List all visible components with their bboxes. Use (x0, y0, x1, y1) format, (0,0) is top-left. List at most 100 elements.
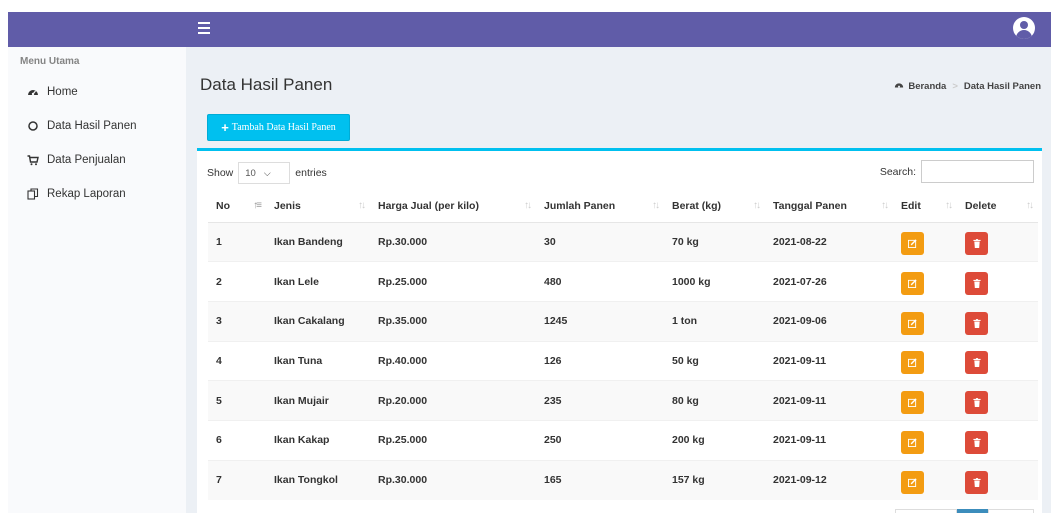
sort-icon: ↑↓ (753, 200, 761, 211)
delete-button[interactable] (965, 351, 988, 375)
entries-select-value: 10 (245, 167, 256, 179)
pagination-page[interactable] (957, 509, 988, 513)
edit-icon (908, 239, 917, 249)
delete-button[interactable] (965, 311, 988, 335)
circle-outline-icon (27, 120, 39, 132)
add-data-button[interactable]: + Tambah Data Hasil Panen (207, 114, 350, 141)
delete-button[interactable] (965, 232, 988, 256)
edit-icon (908, 358, 917, 368)
cell-jenis: Ikan Tuna (266, 340, 370, 381)
sort-icon: ↑↓ (524, 200, 532, 211)
cell-delete (957, 419, 1038, 461)
add-data-button-label: Tambah Data Hasil Panen (231, 122, 336, 133)
edit-button[interactable] (901, 272, 924, 296)
cell-edit (893, 300, 957, 342)
column-header-berat[interactable]: Berat (kg) ↑↓ (664, 191, 765, 223)
cell-delete (957, 340, 1038, 381)
show-label: Show (207, 167, 234, 179)
cell-jumlah: 1245 (536, 300, 664, 342)
cell-jumlah: 235 (536, 380, 664, 421)
user-circle-icon[interactable] (1013, 17, 1035, 39)
cell-berat: 50 kg (664, 340, 765, 381)
column-header-no[interactable]: No ↑≡ (208, 191, 266, 223)
delete-button[interactable] (965, 391, 988, 415)
cell-edit (893, 380, 957, 421)
cell-tanggal: 2021-09-06 (765, 300, 893, 342)
cell-no: 1 (208, 221, 266, 262)
data-table: No ↑≡ Jenis ↑↓ Harga Jual (per kilo) ↑↓ Jum… (208, 191, 1038, 500)
sidebar-item-data-hasil-panen[interactable]: Data Hasil Panen (8, 111, 186, 141)
cell-no: 4 (208, 340, 266, 381)
trash-icon (972, 398, 981, 408)
cell-jumlah: 250 (536, 419, 664, 461)
trash-icon (972, 358, 981, 368)
hamburger-icon[interactable] (198, 22, 210, 34)
dashboard-icon (27, 86, 39, 98)
cell-tanggal: 2021-08-22 (765, 221, 893, 262)
breadcrumb-separator: > (952, 81, 958, 92)
edit-button[interactable] (901, 311, 924, 335)
column-header-jenis[interactable]: Jenis ↑↓ (266, 191, 370, 223)
trash-icon (972, 318, 981, 328)
cell-delete (957, 459, 1038, 500)
cell-jumlah: 480 (536, 261, 664, 302)
table-row: 7 Ikan Tongkol Rp.30.000 165 157 kg 2021-09-1… (208, 459, 1038, 500)
cart-icon (27, 154, 39, 166)
delete-button[interactable] (965, 430, 988, 454)
sidebar-item-rekap-laporan[interactable]: Rekap Laporan (8, 179, 186, 209)
entries-select[interactable]: 10 ⌵ (238, 162, 291, 184)
data-table-box: Show 10 ⌵ entries Search: No ↑≡ Jenis ↑↓ H… (197, 148, 1042, 513)
edit-button[interactable] (901, 470, 924, 494)
column-header-tanggal[interactable]: Tanggal Panen ↑↓ (765, 191, 893, 223)
edit-icon (908, 438, 917, 447)
cell-jenis: Ikan Cakalang (266, 300, 370, 342)
search-input[interactable] (921, 160, 1034, 183)
edit-button[interactable] (901, 430, 924, 454)
edit-button[interactable] (901, 232, 924, 256)
edit-icon (908, 279, 917, 289)
cell-harga: Rp.25.000 (370, 419, 536, 461)
breadcrumb-home-link[interactable]: Beranda (908, 81, 946, 92)
pagination-next[interactable] (988, 509, 1034, 513)
cell-berat: 80 kg (664, 380, 765, 421)
table-row: 2 Ikan Lele Rp.25.000 480 1000 kg 2021-07-26 (208, 261, 1038, 302)
column-header-harga[interactable]: Harga Jual (per kilo) ↑↓ (370, 191, 536, 223)
cell-jumlah: 165 (536, 459, 664, 500)
cell-harga: Rp.40.000 (370, 340, 536, 381)
sidebar-header: Menu Utama (20, 56, 80, 67)
sort-icon: ↑↓ (881, 200, 889, 211)
trash-icon (972, 437, 981, 447)
edit-button[interactable] (901, 391, 924, 415)
edit-icon (908, 478, 917, 487)
cell-no: 2 (208, 261, 266, 302)
trash-icon (972, 279, 981, 289)
entries-length-control: Show 10 ⌵ entries (207, 162, 327, 184)
copy-icon (27, 188, 39, 200)
column-header-delete[interactable]: Delete ↑↓ (957, 191, 1038, 223)
cell-no: 6 (208, 419, 266, 461)
column-header-edit[interactable]: Edit ↑↓ (893, 191, 957, 223)
cell-edit (893, 340, 957, 381)
cell-jenis: Ikan Kakap (266, 419, 370, 461)
sidebar-item-label: Data Hasil Panen (47, 120, 137, 132)
delete-button[interactable] (965, 272, 988, 296)
sidebar: Menu Utama Home Data Hasil Panen Data Pe… (8, 47, 186, 513)
cell-berat: 1000 kg (664, 261, 765, 302)
content-wrapper: Data Hasil Panen Beranda > Data Hasil Pa… (186, 47, 1051, 513)
pagination-previous[interactable] (895, 509, 957, 513)
column-header-jumlah[interactable]: Jumlah Panen ↑↓ (536, 191, 664, 223)
cell-delete (957, 300, 1038, 342)
pagination (895, 509, 1034, 513)
sidebar-item-label: Home (47, 86, 78, 98)
cell-no: 3 (208, 300, 266, 342)
delete-button[interactable] (965, 470, 988, 494)
cell-berat: 70 kg (664, 221, 765, 262)
edit-button[interactable] (901, 351, 924, 375)
sidebar-item-data-penjualan[interactable]: Data Penjualan (8, 145, 186, 175)
search-label: Search: (879, 165, 916, 178)
cell-jumlah: 30 (536, 221, 664, 262)
cell-berat: 157 kg (664, 459, 765, 500)
cell-berat: 200 kg (664, 419, 765, 461)
table-row: 3 Ikan Cakalang Rp.35.000 1245 1 ton 2021-09-… (208, 300, 1038, 342)
sidebar-item-home[interactable]: Home (8, 77, 186, 107)
